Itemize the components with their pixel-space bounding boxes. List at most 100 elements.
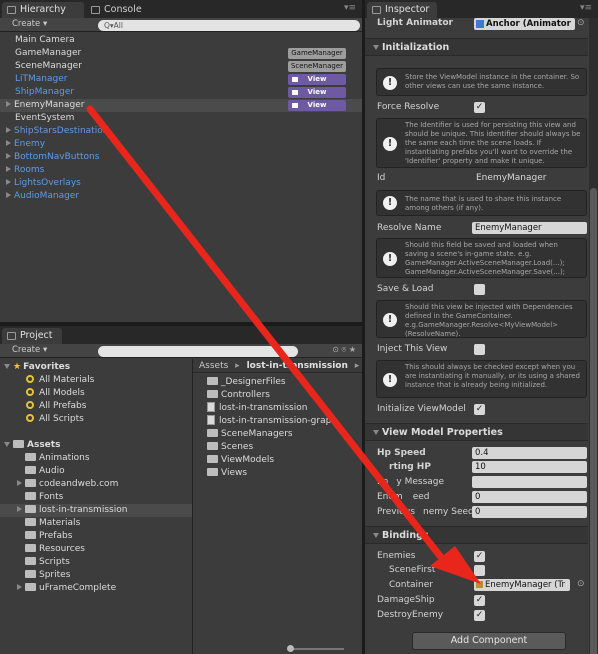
asset-item[interactable]: Controllers — [193, 389, 362, 402]
object-picker-icon[interactable]: ⊙ — [577, 18, 585, 28]
asset-folder[interactable]: Fonts — [0, 491, 192, 504]
save-load-checkbox[interactable] — [474, 284, 485, 295]
tab-hierarchy[interactable]: Hierarchy — [2, 2, 84, 18]
favorite-item[interactable]: All Materials — [0, 374, 192, 387]
hierarchy-item[interactable]: ShipStarsDestination — [0, 125, 362, 138]
view-tag-button[interactable]: SceneManager — [288, 61, 346, 72]
hierarchy-item[interactable]: LightsOverlays — [0, 177, 362, 190]
container-field[interactable]: EnemyManager (Tr — [474, 579, 570, 591]
help-box-name: ! The name that is used to share this in… — [376, 190, 587, 216]
project-panel: Project Create ▾ ⊙ ⌾ ★ ★ Favorites All Ma… — [0, 326, 362, 654]
hp-speed-field[interactable]: 0.4 — [472, 447, 587, 459]
inject-checkbox[interactable] — [474, 344, 485, 355]
tab-project[interactable]: Project — [2, 328, 62, 344]
asset-item[interactable]: lost-in-transmission-grap — [193, 415, 362, 428]
asset-item[interactable]: SceneManagers — [193, 428, 362, 441]
asset-folder[interactable]: Resources — [0, 543, 192, 556]
damage-ship-checkbox[interactable]: ✓ — [474, 595, 485, 606]
asset-folder[interactable]: lost-in-transmission — [0, 504, 192, 517]
hierarchy-item[interactable]: AudioManager — [0, 190, 362, 203]
project-create-dropdown[interactable]: Create ▾ — [12, 345, 47, 355]
inspector-tabbar: Inspector ▾≡ — [365, 0, 598, 18]
asset-item[interactable]: ViewModels — [193, 454, 362, 467]
asset-folder-label: Animations — [39, 453, 90, 463]
enemy-message-field[interactable] — [472, 476, 587, 488]
fold-icon[interactable] — [6, 179, 11, 185]
asset-item[interactable]: Views — [193, 467, 362, 480]
hierarchy-item[interactable]: GameManager GameManager — [0, 47, 362, 60]
starting-hp-field[interactable]: 10 — [472, 461, 587, 473]
asset-folder[interactable]: Prefabs — [0, 530, 192, 543]
favorite-item[interactable]: All Models — [0, 387, 192, 400]
fold-icon[interactable] — [6, 166, 11, 172]
favorite-item[interactable]: All Prefabs — [0, 400, 192, 413]
hierarchy-item[interactable]: EventSystem — [0, 112, 362, 125]
fold-icon[interactable] — [17, 506, 22, 512]
destroy-enemy-checkbox[interactable]: ✓ — [474, 610, 485, 621]
hierarchy-item[interactable]: Enemy — [0, 138, 362, 151]
enemies-checkbox[interactable]: ✓ — [474, 551, 485, 562]
tab-inspector[interactable]: Inspector — [367, 2, 437, 18]
asset-folder[interactable]: Sprites — [0, 569, 192, 582]
fold-icon[interactable] — [6, 153, 11, 159]
view-tag-button[interactable]: GameManager — [288, 48, 346, 59]
hierarchy-item[interactable]: BottomNavButtons — [0, 151, 362, 164]
init-vm-checkbox[interactable]: ✓ — [474, 404, 485, 415]
fold-icon[interactable] — [6, 127, 11, 133]
scene-first-checkbox[interactable] — [474, 565, 485, 576]
add-component-button[interactable]: Add Component — [412, 632, 566, 650]
object-picker-icon[interactable]: ⊙ — [577, 579, 585, 589]
project-search-input[interactable] — [98, 346, 298, 357]
hierarchy-item[interactable]: LiTManager View — [0, 73, 362, 86]
force-resolve-checkbox[interactable]: ✓ — [474, 102, 485, 113]
breadcrumb-assets[interactable]: Assets — [199, 361, 228, 371]
hierarchy-search-input[interactable]: Q▾All — [98, 20, 360, 31]
favorite-item[interactable]: All Scripts — [0, 413, 192, 426]
hierarchy-item[interactable]: Rooms — [0, 164, 362, 177]
bindings-section[interactable]: Bindings — [365, 526, 588, 544]
asset-folder[interactable]: Materials — [0, 517, 192, 530]
assets-header[interactable]: Assets — [0, 439, 192, 452]
zoom-slider-thumb[interactable] — [287, 645, 294, 652]
breadcrumb-folder[interactable]: lost-in-transmission — [247, 361, 348, 371]
scrollbar-thumb[interactable] — [590, 188, 597, 654]
fold-icon[interactable] — [6, 101, 11, 107]
hierarchy-item[interactable]: Main Camera — [0, 34, 362, 47]
hierarchy-item-label: AudioManager — [14, 191, 80, 201]
asset-item[interactable]: Scenes — [193, 441, 362, 454]
previous-enemy-seed-field[interactable]: 0 — [472, 506, 587, 518]
hierarchy-toolbar: Create ▾ Q▾All — [0, 18, 362, 32]
asset-folder[interactable]: Audio — [0, 465, 192, 478]
fold-icon[interactable] — [6, 140, 11, 146]
asset-folder[interactable]: Scripts — [0, 556, 192, 569]
asset-folder-label: Audio — [39, 466, 65, 476]
filter-icons[interactable]: ⊙ ⌾ ★ — [332, 345, 356, 355]
asset-item-label: SceneManagers — [221, 429, 293, 439]
view-model-section[interactable]: View Model Properties — [365, 423, 588, 441]
hierarchy-item[interactable]: ShipManager View — [0, 86, 362, 99]
enemy-speed-field[interactable]: 0 — [472, 491, 587, 503]
asset-item[interactable]: _DesignerFiles — [193, 376, 362, 389]
asset-folder[interactable]: Animations — [0, 452, 192, 465]
panel-menu-icon[interactable]: ▾≡ — [344, 3, 356, 13]
zoom-slider[interactable] — [287, 645, 344, 652]
hierarchy-item[interactable]: SceneManager SceneManager — [0, 60, 362, 73]
initialization-section[interactable]: Initialization — [365, 38, 588, 56]
hierarchy-item[interactable]: EnemyManager View — [0, 99, 362, 112]
inspector-scrollbar[interactable] — [589, 18, 598, 654]
asset-folder[interactable]: uFrameComplete — [0, 582, 192, 595]
resolve-name-field[interactable]: EnemyManager — [472, 222, 587, 234]
view-tag-button[interactable]: View — [288, 100, 346, 111]
view-tag-button[interactable]: View — [288, 87, 346, 98]
fold-icon[interactable] — [17, 480, 22, 486]
panel-menu-icon[interactable]: ▾≡ — [580, 3, 592, 13]
view-tag-button[interactable]: View — [288, 74, 346, 85]
light-animator-field[interactable]: Anchor (Animator — [474, 18, 575, 30]
create-dropdown[interactable]: Create ▾ — [12, 19, 47, 29]
fold-icon[interactable] — [17, 584, 22, 590]
asset-item[interactable]: lost-in-transmission — [193, 402, 362, 415]
tab-console[interactable]: Console — [86, 2, 166, 18]
asset-folder[interactable]: codeandweb.com — [0, 478, 192, 491]
favorites-header[interactable]: ★ Favorites — [0, 361, 192, 374]
fold-icon[interactable] — [6, 192, 11, 198]
